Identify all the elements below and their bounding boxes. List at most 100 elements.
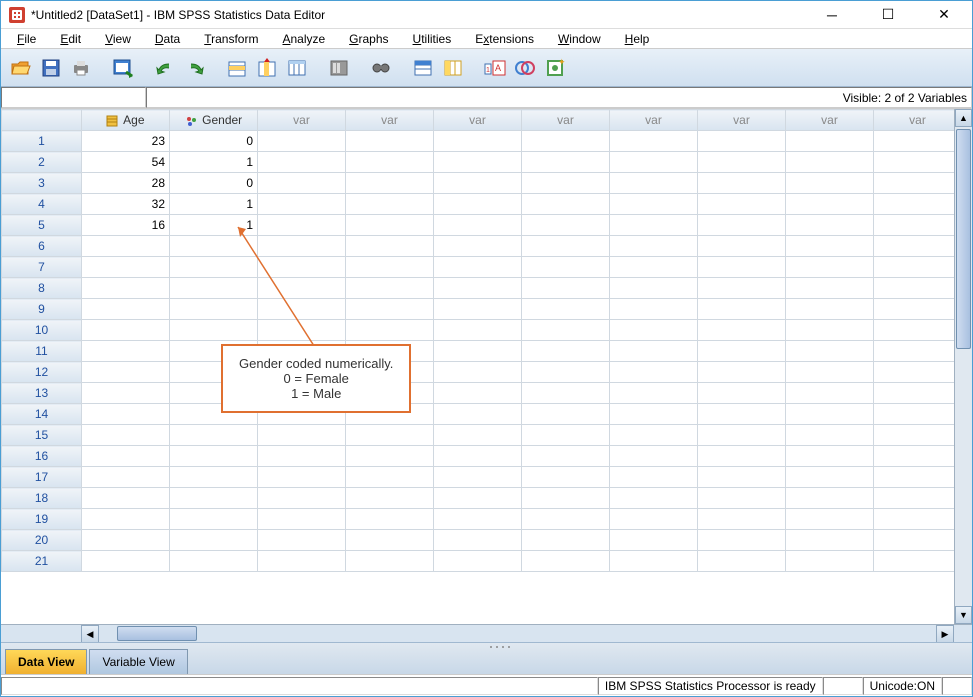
data-cell[interactable] xyxy=(786,404,874,425)
hscroll-thumb[interactable] xyxy=(117,626,197,641)
data-cell[interactable] xyxy=(170,320,258,341)
data-cell[interactable] xyxy=(258,509,346,530)
menu-transform[interactable]: Transform xyxy=(194,30,268,48)
column-header-empty[interactable]: var xyxy=(522,110,610,131)
row-header[interactable]: 15 xyxy=(2,425,82,446)
data-cell[interactable] xyxy=(610,278,698,299)
insert-variable-button[interactable] xyxy=(439,54,467,82)
data-cell[interactable] xyxy=(434,131,522,152)
data-cell[interactable] xyxy=(258,194,346,215)
data-cell[interactable] xyxy=(874,215,955,236)
data-cell[interactable] xyxy=(82,446,170,467)
menu-window[interactable]: Window xyxy=(548,30,611,48)
goto-variable-button[interactable] xyxy=(253,54,281,82)
data-cell[interactable] xyxy=(434,236,522,257)
data-cell[interactable] xyxy=(786,551,874,572)
menu-help[interactable]: Help xyxy=(615,30,660,48)
data-cell[interactable] xyxy=(610,257,698,278)
menu-edit[interactable]: Edit xyxy=(50,30,91,48)
data-cell[interactable] xyxy=(522,278,610,299)
data-cell[interactable] xyxy=(610,530,698,551)
data-cell[interactable]: 28 xyxy=(82,173,170,194)
data-cell[interactable] xyxy=(874,425,955,446)
data-cell[interactable] xyxy=(82,467,170,488)
data-cell[interactable] xyxy=(346,299,434,320)
data-cell[interactable] xyxy=(698,299,786,320)
run-descriptives-button[interactable] xyxy=(325,54,353,82)
data-cell[interactable] xyxy=(698,551,786,572)
data-cell[interactable] xyxy=(258,488,346,509)
row-header[interactable]: 16 xyxy=(2,446,82,467)
data-cell[interactable] xyxy=(786,278,874,299)
weight-cases-button[interactable] xyxy=(511,54,539,82)
data-cell[interactable] xyxy=(874,467,955,488)
data-cell[interactable] xyxy=(82,530,170,551)
data-cell[interactable] xyxy=(258,215,346,236)
data-cell[interactable] xyxy=(258,278,346,299)
scroll-thumb[interactable] xyxy=(956,129,971,349)
data-cell[interactable] xyxy=(170,257,258,278)
row-header[interactable]: 9 xyxy=(2,299,82,320)
data-cell[interactable] xyxy=(698,131,786,152)
data-cell[interactable] xyxy=(610,152,698,173)
print-button[interactable] xyxy=(67,54,95,82)
data-cell[interactable] xyxy=(346,152,434,173)
open-button[interactable] xyxy=(7,54,35,82)
scroll-right-button[interactable]: ▶ xyxy=(936,625,954,643)
data-cell[interactable] xyxy=(522,152,610,173)
column-header-empty[interactable]: var xyxy=(346,110,434,131)
grid-corner[interactable] xyxy=(2,110,82,131)
data-cell[interactable] xyxy=(82,488,170,509)
data-cell[interactable] xyxy=(170,278,258,299)
data-cell[interactable] xyxy=(434,152,522,173)
data-cell[interactable] xyxy=(698,467,786,488)
data-cell[interactable] xyxy=(698,383,786,404)
data-cell[interactable] xyxy=(170,488,258,509)
data-cell[interactable] xyxy=(874,152,955,173)
data-cell[interactable]: 16 xyxy=(82,215,170,236)
row-header[interactable]: 14 xyxy=(2,404,82,425)
data-cell[interactable] xyxy=(610,467,698,488)
redo-button[interactable] xyxy=(181,54,209,82)
data-cell[interactable]: 54 xyxy=(82,152,170,173)
data-cell[interactable] xyxy=(346,425,434,446)
select-cases-button[interactable]: ✦ xyxy=(541,54,569,82)
data-cell[interactable] xyxy=(258,131,346,152)
data-cell[interactable] xyxy=(874,383,955,404)
recall-dialog-button[interactable] xyxy=(109,54,137,82)
row-header[interactable]: 17 xyxy=(2,467,82,488)
data-cell[interactable] xyxy=(786,131,874,152)
data-cell[interactable] xyxy=(698,215,786,236)
data-cell[interactable] xyxy=(434,215,522,236)
split-file-button[interactable]: 1A xyxy=(481,54,509,82)
data-cell[interactable] xyxy=(434,362,522,383)
data-cell[interactable] xyxy=(786,509,874,530)
data-cell[interactable] xyxy=(258,467,346,488)
data-cell[interactable] xyxy=(874,257,955,278)
data-cell[interactable] xyxy=(874,362,955,383)
data-cell[interactable] xyxy=(346,509,434,530)
data-cell[interactable] xyxy=(346,173,434,194)
data-cell[interactable] xyxy=(522,467,610,488)
data-cell[interactable] xyxy=(786,194,874,215)
data-cell[interactable] xyxy=(610,236,698,257)
data-cell[interactable] xyxy=(786,488,874,509)
data-cell[interactable] xyxy=(698,509,786,530)
data-cell[interactable] xyxy=(874,404,955,425)
data-cell[interactable] xyxy=(170,299,258,320)
data-cell[interactable] xyxy=(698,173,786,194)
data-cell[interactable] xyxy=(522,362,610,383)
data-cell[interactable] xyxy=(434,467,522,488)
data-cell[interactable] xyxy=(82,362,170,383)
data-cell[interactable] xyxy=(610,299,698,320)
data-cell[interactable] xyxy=(258,236,346,257)
data-cell[interactable] xyxy=(698,446,786,467)
row-header[interactable]: 10 xyxy=(2,320,82,341)
data-cell[interactable] xyxy=(258,320,346,341)
data-cell[interactable] xyxy=(874,341,955,362)
data-cell[interactable] xyxy=(786,173,874,194)
data-cell[interactable] xyxy=(346,194,434,215)
data-cell[interactable] xyxy=(82,278,170,299)
data-cell[interactable] xyxy=(786,152,874,173)
scroll-track[interactable] xyxy=(955,127,972,606)
